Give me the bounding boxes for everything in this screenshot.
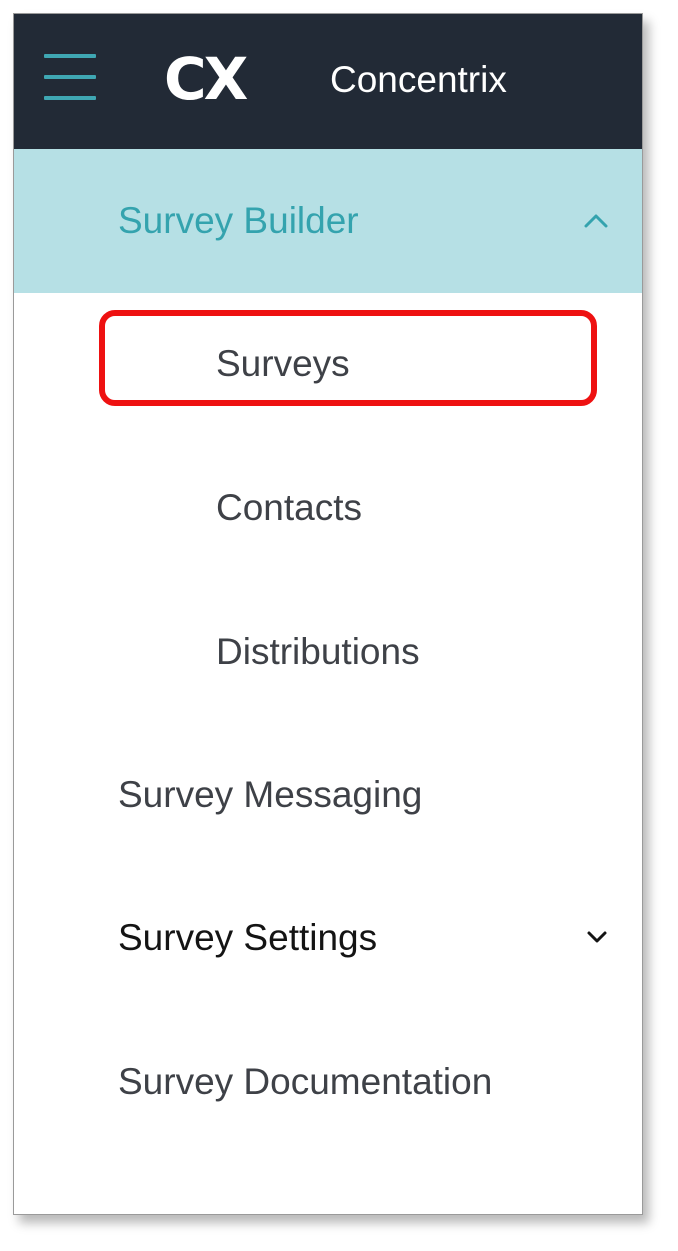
nav-subitem-surveys[interactable]: Surveys — [216, 336, 350, 392]
nav-subitem-distributions[interactable]: Distributions — [216, 624, 420, 680]
chevron-down-icon[interactable] — [582, 922, 612, 952]
nav-item-survey-settings[interactable]: Survey Settings — [118, 910, 377, 966]
top-bar: CX Concentrix — [14, 14, 642, 149]
brand-name: Concentrix — [330, 59, 507, 100]
nav-section-survey-builder[interactable]: Survey Builder — [14, 149, 642, 293]
nav-item-survey-messaging[interactable]: Survey Messaging — [118, 767, 422, 823]
chevron-up-icon[interactable] — [580, 205, 612, 237]
nav-section-label: Survey Builder — [118, 200, 359, 241]
hamburger-menu-icon[interactable] — [44, 54, 96, 102]
nav-item-survey-documentation[interactable]: Survey Documentation — [118, 1054, 492, 1110]
nav-subitem-contacts[interactable]: Contacts — [216, 480, 362, 536]
navigation-panel: CX Concentrix Survey Builder Surveys Con… — [13, 13, 643, 1215]
cx-logo: CX — [164, 45, 248, 113]
